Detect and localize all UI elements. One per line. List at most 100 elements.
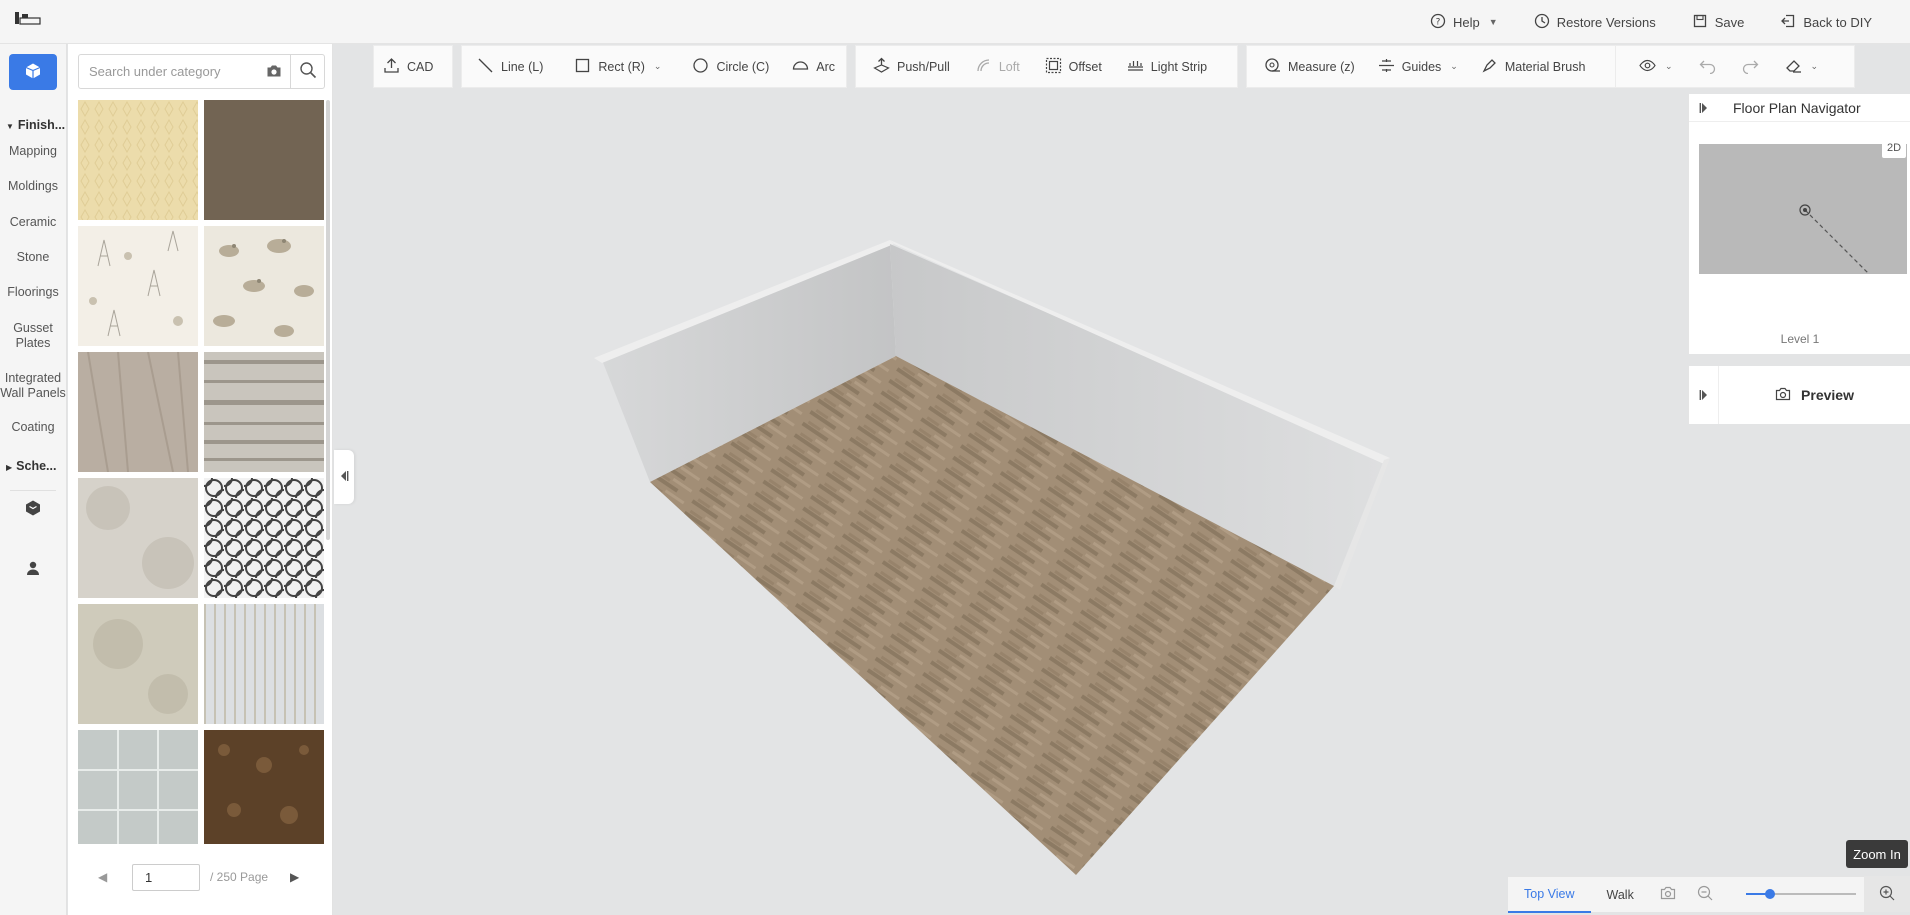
page-number-input[interactable]: 1 xyxy=(132,864,200,891)
restore-versions-button[interactable]: Restore Versions xyxy=(1516,13,1674,32)
navigator-title: Floor Plan Navigator xyxy=(1733,99,1861,116)
material-thumb[interactable] xyxy=(204,604,324,724)
offset-button[interactable]: Offset xyxy=(1029,57,1111,77)
arc-icon xyxy=(792,57,809,77)
category-schemes[interactable]: ▶ Sche... xyxy=(0,459,66,475)
panel-scrollbar[interactable] xyxy=(326,100,330,540)
undo-icon xyxy=(1699,57,1716,77)
rectangle-icon xyxy=(574,57,591,77)
material-brush-button[interactable]: Material Brush xyxy=(1467,57,1595,77)
loft-icon xyxy=(975,57,992,77)
next-page-icon[interactable]: ▶ xyxy=(290,870,299,884)
chevron-down-icon[interactable]: ⌄ xyxy=(1665,61,1673,72)
circle-tool-button[interactable]: Circle (C) xyxy=(670,57,778,77)
caret-right-icon: ▶ xyxy=(6,463,13,472)
preview-panel[interactable]: Preview xyxy=(1688,366,1910,424)
zoom-in-button[interactable] xyxy=(1864,876,1910,912)
walk-tab[interactable]: Walk xyxy=(1591,877,1650,913)
category-mapping[interactable]: Mapping xyxy=(0,144,66,159)
eraser-button[interactable]: ⌄ xyxy=(1776,57,1828,77)
category-finishes[interactable]: ▼ Finish... xyxy=(0,118,66,134)
exit-icon xyxy=(1780,13,1796,32)
cad-button[interactable]: CAD xyxy=(374,57,442,77)
material-thumb[interactable] xyxy=(78,226,198,346)
pagination: ◀ 1 / 250 Page ▶ xyxy=(68,864,333,900)
zoom-in-tooltip: Zoom In xyxy=(1846,840,1908,868)
chevron-down-icon[interactable]: ⌄ xyxy=(1450,61,1458,72)
expand-right-icon[interactable] xyxy=(1689,366,1719,424)
circle-icon xyxy=(692,57,709,77)
top-view-tab[interactable]: Top View xyxy=(1508,877,1591,913)
upload-icon xyxy=(383,57,400,77)
restore-label: Restore Versions xyxy=(1556,14,1656,30)
redo-button[interactable] xyxy=(1733,57,1768,77)
tape-measure-icon xyxy=(1264,57,1281,77)
brush-icon xyxy=(1481,57,1498,77)
top-bar: ? Help ▼ Restore Versions Save Back to D… xyxy=(0,0,1910,44)
push-pull-icon xyxy=(873,57,890,77)
toolbar-group-view: ⌄ ⌄ xyxy=(1615,45,1855,88)
material-thumb[interactable] xyxy=(204,478,324,598)
material-thumb[interactable] xyxy=(78,604,198,724)
materials-tab-button[interactable] xyxy=(9,54,57,90)
zoom-slider[interactable] xyxy=(1746,889,1856,899)
help-label: Help xyxy=(1453,14,1480,30)
3d-viewport[interactable] xyxy=(334,88,1688,876)
material-thumb[interactable] xyxy=(204,226,324,346)
search-input[interactable]: Search under category xyxy=(78,54,291,89)
help-menu[interactable]: ? Help ▼ xyxy=(1412,13,1516,32)
camera-icon xyxy=(1660,886,1677,903)
material-thumb[interactable] xyxy=(78,478,198,598)
category-coating[interactable]: Coating xyxy=(0,420,66,435)
category-gusset-plates[interactable]: Gusset Plates xyxy=(0,321,66,351)
toolbar-group-cad: CAD xyxy=(373,45,453,88)
material-thumb[interactable] xyxy=(204,352,324,472)
push-pull-button[interactable]: Push/Pull xyxy=(864,57,959,77)
back-label: Back to DIY xyxy=(1803,14,1872,30)
zoom-out-icon xyxy=(1697,885,1713,904)
camera-search-icon[interactable] xyxy=(266,64,282,81)
toolbar-group-modify: Push/Pull Loft Offset Light Strip xyxy=(855,45,1238,88)
user-account-button[interactable] xyxy=(22,558,44,580)
arc-tool-button[interactable]: Arc xyxy=(778,57,844,77)
category-stone[interactable]: Stone xyxy=(0,250,66,265)
material-thumb[interactable] xyxy=(78,351,198,473)
collapse-right-icon[interactable] xyxy=(1689,102,1719,114)
level-label[interactable]: Level 1 xyxy=(1689,332,1910,346)
measure-button[interactable]: Measure (z) xyxy=(1255,57,1364,77)
material-panel: Search under category ◀ 1 / 250 Page ▶ xyxy=(68,44,333,915)
app-logo[interactable] xyxy=(14,10,42,28)
zoom-in-icon xyxy=(1879,885,1895,904)
category-integrated-wall-panels[interactable]: Integrated Wall Panels xyxy=(0,371,66,401)
svg-text:?: ? xyxy=(1436,17,1441,27)
loft-button[interactable]: Loft xyxy=(959,57,1029,77)
caret-down-icon: ▼ xyxy=(6,122,14,131)
save-button[interactable]: Save xyxy=(1674,13,1763,32)
rect-tool-button[interactable]: Rect (R) ⌄ xyxy=(552,57,670,77)
material-thumb[interactable] xyxy=(204,730,324,844)
save-icon xyxy=(1692,13,1708,32)
prev-page-icon[interactable]: ◀ xyxy=(98,870,107,884)
guides-button[interactable]: Guides ⌄ xyxy=(1364,57,1467,77)
navigator-minimap[interactable] xyxy=(1699,144,1907,281)
back-to-diy-button[interactable]: Back to DIY xyxy=(1762,13,1890,32)
chevron-down-icon[interactable]: ⌄ xyxy=(1811,61,1819,72)
category-moldings[interactable]: Moldings xyxy=(0,179,66,194)
screenshot-button[interactable] xyxy=(1650,877,1687,913)
chevron-down-icon[interactable]: ⌄ xyxy=(654,61,662,72)
visibility-button[interactable]: ⌄ xyxy=(1630,57,1682,77)
user-icon xyxy=(25,560,41,579)
light-strip-button[interactable]: Light Strip xyxy=(1111,57,1216,77)
search-button[interactable] xyxy=(290,54,325,89)
category-floorings[interactable]: Floorings xyxy=(0,285,66,300)
material-thumb[interactable] xyxy=(204,100,324,220)
line-tool-button[interactable]: Line (L) xyxy=(468,57,552,77)
toggle-2d-badge[interactable]: 2D xyxy=(1882,138,1906,158)
material-thumb[interactable] xyxy=(78,730,198,844)
undo-button[interactable] xyxy=(1690,57,1725,77)
hexagon-box-icon xyxy=(24,499,42,520)
material-thumb[interactable] xyxy=(78,100,198,220)
model-library-button[interactable] xyxy=(22,498,44,520)
zoom-out-button[interactable] xyxy=(1687,877,1723,913)
category-ceramic[interactable]: Ceramic xyxy=(0,215,66,230)
